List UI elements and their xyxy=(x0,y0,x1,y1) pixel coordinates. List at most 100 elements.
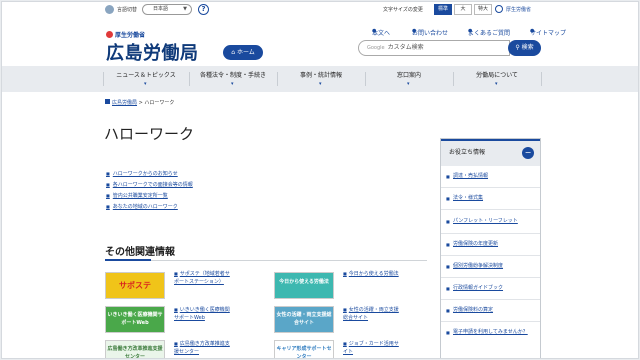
breadcrumb-current: ハローワーク xyxy=(144,100,175,106)
list-item[interactable]: ■ 管内公共職業安定所一覧 xyxy=(106,192,193,203)
home-button[interactable]: ⌂ ホーム xyxy=(223,45,263,60)
divider-accent xyxy=(105,259,151,261)
nav-label: 労働局について xyxy=(476,72,518,79)
banner-text: 女性の活躍・両立支援総合サイト xyxy=(276,312,332,326)
bullet-icon: ■ xyxy=(343,271,347,276)
sidebar-item[interactable]: ■ 労働保険料の算定 xyxy=(441,300,540,322)
list-item[interactable]: ■ 各ハローワークでの面接会等の情報 xyxy=(106,181,193,192)
link-label: 広島働き方改革推進支援センター xyxy=(174,341,230,355)
nav-item-stats[interactable]: 事例・統計情報 ▾ xyxy=(277,66,365,92)
link-label: ハローワークからのお知らせ xyxy=(112,171,178,177)
search-input[interactable]: Google カスタム検索 xyxy=(358,40,510,56)
nav-divider xyxy=(541,72,542,86)
bullet-icon: ■ xyxy=(446,219,450,224)
home-button-label: ホーム xyxy=(236,49,255,56)
bullet-icon: ■ xyxy=(174,271,178,276)
sidebar-title: お役立ち情報 xyxy=(449,149,486,156)
link-label: ジョブ・カード活用サイト xyxy=(343,341,399,355)
sidebar-item-label: 電子申請を利用してみませんか？ xyxy=(453,329,528,335)
banner-link[interactable]: ■ 女性の活躍・両立支援総合サイト xyxy=(343,306,399,322)
banner-text: いきいき働く医療機関サポートWeb xyxy=(107,312,163,326)
banner-link[interactable]: ■ いきいき働く医療機関サポートWeb xyxy=(174,306,230,322)
help-button[interactable]: ? xyxy=(198,4,209,15)
collapse-toggle[interactable]: − xyxy=(522,147,534,159)
bullet-icon: ■ xyxy=(446,196,450,201)
bullet-icon: ■ xyxy=(446,330,450,335)
link-label: 各ハローワークでの面接会等の情報 xyxy=(112,182,193,188)
banner-text: サポステ xyxy=(119,281,151,290)
banner-link[interactable]: ■ サポステ（地域若者サポートステーション） xyxy=(174,270,230,286)
nav-item-news[interactable]: ニュース＆トピックス ▾ xyxy=(103,66,189,92)
banner-link[interactable]: ■ 今日から使える労働法 xyxy=(343,270,399,278)
sidebar-item[interactable]: ■ 労働保険の年度更新 xyxy=(441,234,540,256)
banner-iryou[interactable]: いきいき働く医療機関サポートWeb xyxy=(105,306,165,333)
list-item[interactable]: ■ ハローワークからのお知らせ xyxy=(106,170,193,181)
nav-label: 窓口案内 xyxy=(396,72,421,79)
sidebar-header[interactable]: お役立ち情報 − xyxy=(441,139,540,166)
font-size-label: 文字サイズの変更 xyxy=(383,7,423,13)
banner-josei[interactable]: 女性の活躍・両立支援総合サイト xyxy=(274,306,334,333)
related-title: その他関連情報 xyxy=(105,247,175,258)
banner-saposute[interactable]: サポステ xyxy=(105,272,165,299)
search-placeholder: カスタム検索 xyxy=(387,44,424,51)
useful-info-sidebar: お役立ち情報 − ■ 調達・売払情報 ■ 法令・様式集 ■ パンフレット・リーフレット… xyxy=(440,138,541,358)
sidebar-item-label: 労働保険料の算定 xyxy=(453,307,494,313)
bullet-icon: ■ xyxy=(106,204,110,209)
mhlw-logo-icon xyxy=(495,5,503,13)
font-size-large-button[interactable]: 大 xyxy=(454,4,472,15)
language-label: 言語切替 xyxy=(117,7,138,13)
link-label: サポステ（地域若者サポートステーション） xyxy=(174,271,230,285)
home-icon xyxy=(105,99,110,104)
link-label: 管内公共職業安定所一覧 xyxy=(112,193,168,199)
sidebar-item[interactable]: ■ パンフレット・リーフレット xyxy=(441,210,540,234)
language-select[interactable]: 日本語 ▼ xyxy=(142,4,192,15)
chevron-down-icon: ▾ xyxy=(144,81,147,87)
chevron-down-icon: ▾ xyxy=(319,81,322,87)
nav-item-counters[interactable]: 窓口案内 ▾ xyxy=(365,66,453,92)
link-label: 今日から使える労働法 xyxy=(348,271,399,277)
bullet-icon: ■ xyxy=(106,171,110,176)
breadcrumb-separator: > xyxy=(138,100,143,106)
link-label: 本文へ xyxy=(372,30,391,37)
banner-link[interactable]: ■ ジョブ・カード活用サイト xyxy=(343,340,399,356)
banner-hatarakikata[interactable]: 広島働き方改革推進支援センター xyxy=(105,340,165,359)
banner-text: 今日から使える労働法 xyxy=(279,279,329,285)
nav-item-laws[interactable]: 各種法令・制度・手続き ▾ xyxy=(189,66,277,92)
link-label: サイトマップ xyxy=(530,30,567,37)
font-size-standard-button[interactable]: 標準 xyxy=(434,4,452,15)
mhlw-link[interactable]: 厚生労働省 xyxy=(506,6,531,13)
sidebar-item[interactable]: ■ 個別労働紛争解決制度 xyxy=(441,256,540,278)
list-item[interactable]: ■ あなたの地域のハローワーク xyxy=(106,203,193,214)
hellowork-links: ■ ハローワークからのお知らせ ■ 各ハローワークでの面接会等の情報 ■ 管内公共職業… xyxy=(106,170,193,214)
sidebar-item[interactable]: ■ 調達・売払情報 xyxy=(441,166,540,188)
chevron-down-icon: ▾ xyxy=(495,81,498,87)
banner-text: 広島働き方改革推進支援センター xyxy=(107,346,163,359)
ministry-mark-icon xyxy=(106,31,113,38)
sidebar-item-label: 法令・様式集 xyxy=(453,195,484,201)
link-label: 女性の活躍・両立支援総合サイト xyxy=(343,307,399,321)
search-button[interactable]: ⚲ 検索 xyxy=(508,40,541,56)
chevron-down-icon: ▾ xyxy=(231,81,234,87)
nav-label: ニュース＆トピックス xyxy=(116,72,176,79)
link-label: お問い合わせ xyxy=(412,30,449,37)
page-title: ハローワーク xyxy=(104,125,195,143)
sidebar-item[interactable]: ■ 行政情報ガイドブック xyxy=(441,278,540,300)
ministry-logo[interactable]: 厚生労働省 xyxy=(106,30,145,39)
sidebar-item-label: 行政情報ガイドブック xyxy=(453,285,504,291)
sidebar-item[interactable]: ■ 電子申請を利用してみませんか？ xyxy=(441,322,540,343)
sidebar-item-label: パンフレット・リーフレット xyxy=(453,218,518,224)
font-size-xlarge-button[interactable]: 特大 xyxy=(474,4,492,15)
sidebar-item-label: 調達・売払情報 xyxy=(453,173,489,179)
banner-roudouhou[interactable]: 今日から使える労働法 xyxy=(274,272,334,299)
link-label: よくあるご質問 xyxy=(468,30,511,37)
breadcrumb-home[interactable]: 広島労働局 xyxy=(112,100,137,106)
nav-item-about[interactable]: 労働局について ▾ xyxy=(453,66,541,92)
globe-icon xyxy=(105,5,114,14)
utility-bar: 言語切替 日本語 ▼ ? 文字サイズの変更 標準 大 特大 厚生労働省 xyxy=(2,4,638,17)
sidebar-item[interactable]: ■ 法令・様式集 xyxy=(441,188,540,210)
banner-text: キャリア形成サポートセンター xyxy=(276,346,332,359)
banner-link[interactable]: ■ 広島働き方改革推進支援センター xyxy=(174,340,230,356)
banner-career[interactable]: キャリア形成サポートセンター xyxy=(274,340,334,359)
site-logo[interactable]: 広島労働局 xyxy=(106,39,199,65)
search-brand: Google xyxy=(367,45,385,51)
